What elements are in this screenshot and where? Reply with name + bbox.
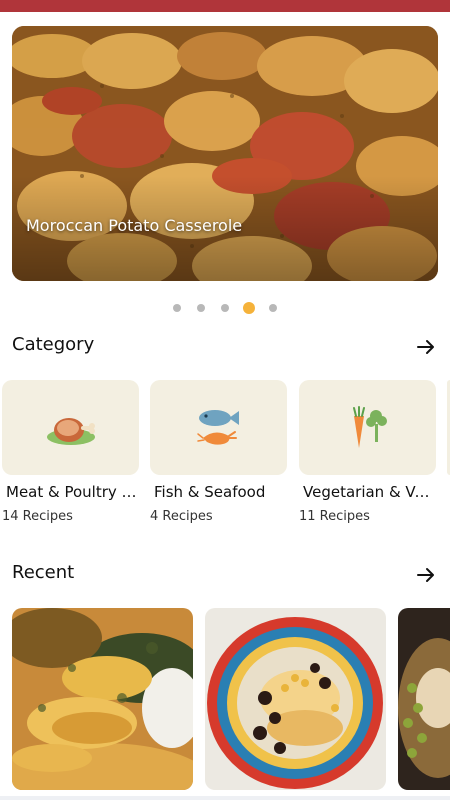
recent-recipe-card[interactable]	[12, 608, 193, 790]
arrow-right-icon[interactable]	[414, 335, 438, 359]
bottom-edge	[0, 796, 450, 800]
category-count: 11 Recipes	[299, 509, 370, 524]
carousel-dot[interactable]	[269, 304, 277, 312]
carousel-dot[interactable]	[173, 304, 181, 312]
category-card-fish-seafood[interactable]: Fish & Seafood 4 Recipes	[150, 380, 287, 524]
category-section-title: Category	[12, 334, 95, 355]
roast-chicken-image	[12, 608, 193, 790]
fish-seafood-icon	[196, 409, 239, 445]
category-tile	[299, 380, 436, 475]
category-name: Vegetarian & Vegan	[303, 483, 435, 501]
recent-recipe-card-partial[interactable]	[398, 608, 450, 790]
potato-casserole-image	[12, 26, 438, 281]
category-tile	[2, 380, 139, 475]
category-tile	[150, 380, 287, 475]
category-count: 4 Recipes	[150, 509, 213, 524]
category-card-meat[interactable]: Meat & Poultry Dishes 14 Recipes	[2, 380, 139, 524]
category-count: 14 Recipes	[2, 509, 73, 524]
status-bar	[0, 0, 450, 12]
arrow-right-icon[interactable]	[414, 563, 438, 587]
olive-dish-image	[398, 608, 450, 790]
featured-recipe-title: Moroccan Potato Casserole	[26, 216, 243, 235]
chicken-olive-tagine-image	[205, 608, 386, 790]
carousel-dot[interactable]	[197, 304, 205, 312]
recent-section-title: Recent	[12, 562, 75, 583]
vegetables-icon	[352, 405, 387, 448]
recent-recipe-card[interactable]	[205, 608, 386, 790]
carousel-dot-active[interactable]	[243, 302, 255, 314]
category-card-vegetarian[interactable]: Vegetarian & Vegan 11 Recipes	[299, 380, 436, 524]
meat-icon	[46, 417, 95, 445]
category-name: Fish & Seafood	[154, 483, 266, 501]
carousel-pagination	[0, 302, 450, 314]
carousel-dot[interactable]	[221, 304, 229, 312]
featured-recipe-card[interactable]: Moroccan Potato Casserole	[12, 26, 438, 281]
category-name: Meat & Poultry Dishes	[6, 483, 138, 501]
